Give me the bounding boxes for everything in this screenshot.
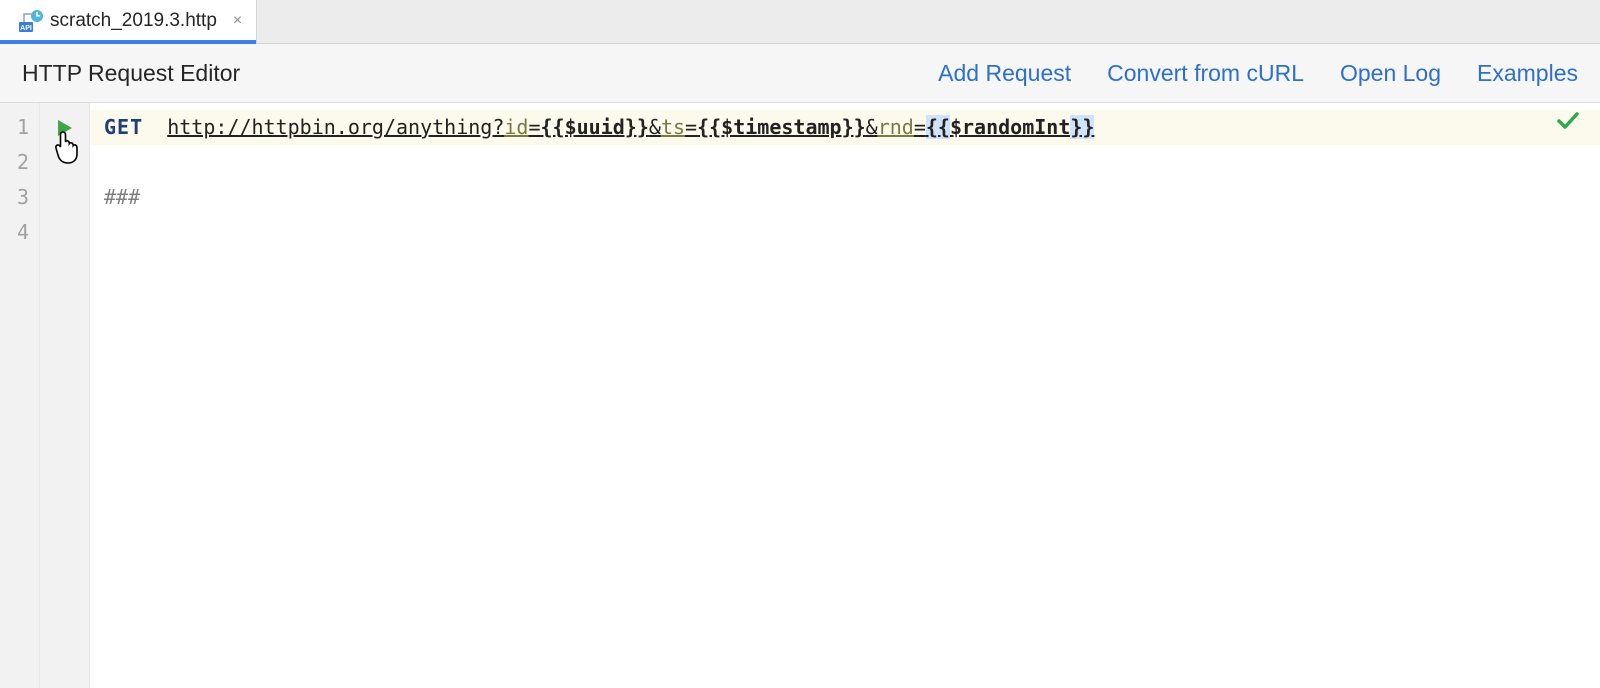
analysis-ok-icon[interactable] [1556,109,1580,138]
equals: = [914,115,926,139]
convert-from-curl-link[interactable]: Convert from cURL [1107,60,1304,87]
tab-filename: scratch_2019.3.http [50,10,217,32]
query-key: ts [661,115,685,139]
editor-toolbar: HTTP Request Editor Add Request Convert … [0,44,1600,103]
code-line[interactable] [90,145,1600,180]
template-var-timestamp: {{$timestamp}} [697,115,866,139]
line-number: 3 [0,180,39,215]
editor-area[interactable]: 1 2 3 4 GET http://httpbin.org/anything?… [0,103,1600,688]
tab-bar: API scratch_2019.3.http × [0,0,1600,44]
line-number: 4 [0,215,39,250]
code-line[interactable]: ### [90,180,1600,215]
line-number-gutter: 1 2 3 4 [0,103,40,688]
run-gutter [40,103,90,688]
ampersand: & [649,115,661,139]
line-number: 2 [0,145,39,180]
ampersand: & [866,115,878,139]
editor-title: HTTP Request Editor [22,60,240,87]
open-log-link[interactable]: Open Log [1340,60,1441,87]
http-method: GET [104,115,143,139]
query-key: id [504,115,528,139]
request-separator: ### [104,185,140,209]
template-var-uuid: {{$uuid}} [541,115,649,139]
url-base: http://httpbin.org/anything? [167,115,504,139]
code-area[interactable]: GET http://httpbin.org/anything?id={{$uu… [90,103,1600,688]
svg-text:API: API [20,25,32,32]
close-icon[interactable]: × [233,12,242,30]
run-icon[interactable] [57,119,73,137]
code-line[interactable]: GET http://httpbin.org/anything?id={{$uu… [90,110,1600,145]
examples-link[interactable]: Examples [1477,60,1578,87]
template-open-brace: {{ [926,115,950,139]
template-var-randomint: $randomInt [950,115,1070,139]
template-close-brace: }} [1070,115,1094,139]
query-key: rnd [878,115,914,139]
line-number: 1 [0,110,39,145]
add-request-link[interactable]: Add Request [938,60,1071,87]
code-line[interactable] [90,215,1600,250]
equals: = [528,115,540,139]
http-file-icon: API [18,10,40,32]
file-tab[interactable]: API scratch_2019.3.http × [0,0,257,43]
equals: = [685,115,697,139]
